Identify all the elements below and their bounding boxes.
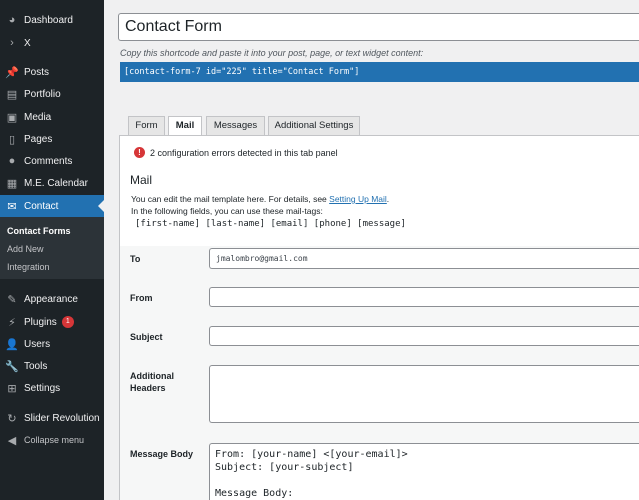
pages-icon: ▯	[8, 133, 16, 146]
menu-dashboard[interactable]: ◕ Dashboard	[0, 9, 104, 31]
config-error-notice: ! 2 configuration errors detected in thi…	[134, 147, 338, 158]
menu-slider-revolution[interactable]: ↻ Slider Revolution	[0, 407, 104, 429]
menu-label: Tools	[24, 360, 48, 372]
body-line: Message Body:	[215, 488, 294, 499]
menu-label: Settings	[24, 382, 61, 394]
mail-tags-list: [first-name] [last-name] [email] [phone]…	[135, 219, 406, 229]
menu-label: Contact	[24, 200, 59, 212]
menu-label: Collapse menu	[24, 435, 85, 445]
chevron-right-icon: ›	[10, 37, 14, 49]
calendar-icon: ▦	[6, 177, 18, 190]
menu-comments[interactable]: ● Comments	[0, 150, 104, 172]
additional-headers-textarea[interactable]	[209, 365, 639, 423]
settings-icon: ⊞	[7, 382, 17, 395]
shortcode-hint: Copy this shortcode and paste it into yo…	[120, 48, 424, 58]
menu-label: Media	[24, 111, 52, 123]
menu-settings[interactable]: ⊞ Settings	[0, 377, 104, 399]
to-input[interactable]: jmalombro@gmail.com	[209, 248, 639, 269]
body-line	[215, 474, 635, 487]
mail-description: You can edit the mail template here. For…	[131, 194, 389, 204]
admin-sidebar: ◕ Dashboard › X 📌 Posts ▤ Portfolio ▣ Me…	[0, 0, 104, 500]
mail-description-end: .	[386, 194, 390, 204]
comments-icon: ●	[8, 155, 16, 167]
menu-contact[interactable]: ✉ Contact	[0, 195, 104, 217]
menu-label: Comments	[24, 155, 73, 167]
section-title: Mail	[130, 173, 153, 187]
plugin-icon: ⚡	[8, 316, 16, 329]
menu-portfolio[interactable]: ▤ Portfolio	[0, 83, 104, 105]
menu-plugins[interactable]: ⚡ Plugins 1	[0, 311, 104, 333]
mail-tab-panel: ! 2 configuration errors detected in thi…	[119, 135, 639, 500]
submenu-add-new[interactable]: Add New	[7, 244, 44, 254]
menu-posts[interactable]: 📌 Posts	[0, 61, 104, 83]
body-line: From: [your-name] <[your-email]>	[215, 449, 408, 460]
menu-calendar[interactable]: ▦ M.E. Calendar	[0, 172, 104, 194]
pin-icon: 📌	[5, 66, 19, 79]
dashboard-icon: ◕	[8, 14, 16, 26]
menu-users[interactable]: 👤 Users	[0, 333, 104, 355]
menu-pages[interactable]: ▯ Pages	[0, 128, 104, 150]
additional-headers-label: Additional Headers	[130, 371, 174, 393]
from-input[interactable]	[209, 287, 639, 307]
wrench-icon: 🔧	[5, 360, 19, 373]
main-content: Contact Form Copy this shortcode and pas…	[104, 0, 639, 500]
submenu-contact-forms[interactable]: Contact Forms	[7, 226, 71, 236]
tab-mail[interactable]: Mail	[168, 116, 202, 137]
menu-label: Posts	[24, 66, 50, 78]
setting-up-mail-link[interactable]: Setting Up Mail	[329, 194, 387, 204]
message-body-label: Message Body	[130, 449, 194, 459]
refresh-icon: ↻	[7, 412, 17, 425]
menu-label: M.E. Calendar	[24, 177, 88, 189]
menu-label: Slider Revolution	[24, 412, 100, 424]
menu-tools[interactable]: 🔧 Tools	[0, 355, 104, 377]
user-icon: 👤	[5, 338, 19, 351]
from-label: From	[130, 293, 153, 303]
tab-messages[interactable]: Messages	[206, 116, 265, 136]
subject-input[interactable]	[209, 326, 639, 346]
menu-label: X	[24, 37, 31, 49]
mail-description-text: You can edit the mail template here. For…	[131, 194, 327, 204]
menu-label: Dashboard	[24, 14, 73, 26]
shortcode-field[interactable]: [contact-form-7 id="225" title="Contact …	[120, 62, 639, 82]
menu-label: Appearance	[24, 293, 78, 305]
body-line: Subject: [your-subject]	[215, 462, 354, 473]
message-body-textarea[interactable]: From: [your-name] <[your-email]> Subject:…	[209, 443, 639, 500]
collapse-icon: ◀	[7, 434, 17, 447]
submenu-integration[interactable]: Integration	[7, 262, 50, 272]
tab-additional-settings[interactable]: Additional Settings	[268, 116, 360, 136]
to-label: To	[130, 254, 141, 264]
menu-label: Portfolio	[24, 88, 61, 100]
contact-submenu: Contact Forms Add New Integration	[0, 217, 104, 279]
subject-label: Subject	[130, 332, 163, 342]
collapse-menu-button[interactable]: ◀ Collapse menu	[0, 429, 104, 451]
media-icon: ▣	[6, 111, 18, 124]
mail-tags-description: In the following fields, you can use the…	[131, 206, 323, 216]
menu-label: Users	[24, 338, 51, 350]
menu-x[interactable]: › X	[0, 32, 104, 54]
mail-fields-area: To jmalombro@gmail.com From Subject Addi…	[120, 246, 639, 500]
menu-media[interactable]: ▣ Media	[0, 106, 104, 128]
brush-icon: ✎	[7, 293, 17, 306]
plugins-update-badge: 1	[61, 316, 74, 328]
form-title-input[interactable]: Contact Form	[118, 13, 639, 41]
error-icon: !	[134, 147, 145, 158]
mail-icon: ✉	[7, 200, 17, 213]
portfolio-icon: ▤	[6, 88, 18, 101]
config-error-text: 2 configuration errors detected in this …	[150, 147, 338, 158]
menu-label: Plugins	[24, 316, 57, 328]
menu-appearance[interactable]: ✎ Appearance	[0, 288, 104, 310]
menu-label: Pages	[24, 133, 53, 145]
tab-form[interactable]: Form	[128, 116, 165, 136]
